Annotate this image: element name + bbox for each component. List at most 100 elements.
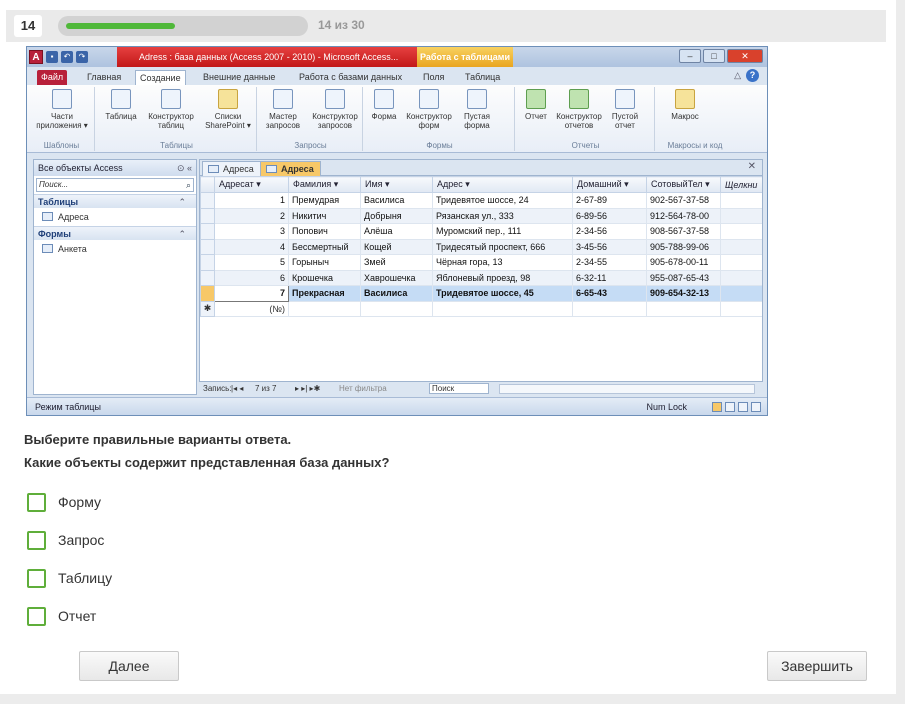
search-icon: ⌕ — [185, 180, 191, 190]
ribbon-group-reports: Отчет Конструктор отчетов Пустой отчет О… — [517, 87, 655, 151]
blank-form-button: Пустая форма — [457, 89, 497, 130]
minimize-icon: – — [679, 49, 701, 63]
next-record-icon: ▸ ▸| ▸✱ — [295, 384, 321, 393]
column-header: Имя ▾ — [360, 176, 433, 193]
nav-pane-controls-icon: ⊙ « — [176, 163, 192, 173]
close-icon: ✕ — [747, 161, 756, 172]
row-selector — [200, 192, 215, 209]
column-header-add: Щелкни — [720, 176, 762, 193]
query-designer-button: Конструктор запросов — [307, 89, 363, 130]
redo-icon: ↷ — [76, 51, 88, 63]
collapse-icon: ⌃ — [178, 197, 186, 207]
report-designer-icon — [569, 89, 589, 109]
query-wizard-icon — [273, 89, 293, 109]
record-navigator: Запись: |◂ ◂ 7 из 7 ▸ ▸| ▸✱ Нет фильтра … — [199, 381, 763, 395]
datasheet-view-icon — [712, 402, 722, 412]
report-button: Отчет — [521, 89, 551, 121]
table-row: 1 Премудрая Василиса Тридевятое шоссе, 24 2-… — [200, 192, 762, 209]
row-selector — [200, 254, 215, 271]
answer-option-form[interactable]: Форму — [27, 492, 101, 512]
nav-item-table-adresa: Адреса — [34, 208, 196, 226]
table-row: 4 Бессмертный Кощей Тридесятый проспект, 66… — [200, 238, 762, 255]
column-header: СотовыйТел ▾ — [646, 176, 721, 193]
doc-tab-adresa-table: Адреса — [260, 161, 321, 176]
undo-icon: ↶ — [61, 51, 73, 63]
table-row: 5 Горыныч Змей Чёрная гора, 13 2-34-55 905-67… — [200, 254, 762, 271]
answer-option-query[interactable]: Запрос — [27, 530, 104, 550]
document-tabs: Адреса Адреса ✕ — [200, 160, 762, 176]
question-text: Какие объекты содержит представленная ба… — [24, 455, 390, 470]
question-instruction: Выберите правильные варианты ответа. — [24, 432, 292, 447]
tab-database-tools: Работа с базами данных — [299, 72, 403, 82]
table-row: 2 Никитич Добрыня Рязанская ул., 333 6-89-56… — [200, 207, 762, 224]
row-selector — [200, 207, 215, 224]
next-button[interactable]: Далее — [79, 651, 179, 681]
progress-text: 14 из 30 — [318, 18, 365, 32]
horizontal-scrollbar — [499, 384, 755, 394]
quick-access-toolbar: A ▪ ↶ ↷ — [29, 49, 88, 65]
quiz-card: 14 14 из 30 A ▪ ↶ ↷ Adress : база данных… — [0, 0, 896, 694]
query-wizard-button: Мастер запросов — [261, 89, 305, 130]
ribbon-group-tables: Таблица Конструктор таблиц Списки ShareP… — [97, 87, 257, 151]
nav-pane-header: Все объекты Access ⊙ « — [34, 160, 196, 176]
answer-option-report[interactable]: Отчет — [27, 606, 96, 626]
report-designer-button: Конструктор отчетов — [553, 89, 605, 130]
blank-form-icon — [467, 89, 487, 109]
tab-create: Создание — [135, 70, 186, 85]
column-header: Фамилия ▾ — [288, 176, 361, 193]
pivot-chart-icon — [738, 402, 748, 412]
table-designer-button: Конструктор таблиц — [143, 89, 199, 130]
contextual-tools-tab: Работа с таблицами — [417, 47, 513, 67]
tab-table: Таблица — [465, 72, 501, 82]
checkbox[interactable] — [27, 492, 46, 512]
doc-tab-adresa-form: Адреса — [202, 161, 261, 176]
status-bar: Режим таблицы Num Lock — [27, 397, 767, 415]
new-record-icon: ✱ — [200, 300, 215, 317]
checkbox[interactable] — [27, 606, 46, 626]
answer-option-table[interactable]: Таблицу — [27, 568, 112, 588]
design-view-icon — [751, 402, 761, 412]
access-titlebar: A ▪ ↶ ↷ Adress : база данных (Access 200… — [27, 47, 767, 67]
finish-button[interactable]: Завершить — [767, 651, 867, 681]
filter-status: Нет фильтра — [339, 384, 387, 393]
help-icon: ? — [746, 69, 759, 82]
column-header: Адресат ▾ — [214, 176, 289, 193]
checkbox[interactable] — [27, 530, 46, 550]
progress-track — [58, 16, 308, 36]
access-logo-icon: A — [29, 50, 43, 64]
table-button: Таблица — [103, 89, 139, 121]
table-row-current: 7 Прекрасная Василиса Тридевятое шоссе, 45 6… — [200, 285, 762, 302]
datasheet-document: Адреса Адреса ✕ Адресат ▾ Фамилия ▾ Имя … — [199, 159, 763, 395]
table-icon — [266, 165, 277, 173]
form-designer-icon — [419, 89, 439, 109]
form-button: Форма — [367, 89, 401, 121]
ribbon-group-queries: Мастер запросов Конструктор запросов Зап… — [259, 87, 363, 151]
row-selector — [200, 223, 215, 240]
ribbon-minimize-icon: △ — [734, 70, 741, 80]
report-icon — [526, 89, 546, 109]
form-icon — [208, 165, 219, 173]
app-parts-icon — [52, 89, 72, 109]
nav-item-form-anketa: Анкета — [34, 240, 196, 258]
ribbon-group-templates: Части приложения ▾ Шаблоны — [29, 87, 95, 151]
ribbon-group-macros: Макрос Макросы и код — [657, 87, 733, 151]
checkbox[interactable] — [27, 568, 46, 588]
window-title: Adress : база данных (Access 2007 - 2010… — [117, 47, 417, 67]
first-record-icon: |◂ ◂ — [231, 384, 244, 393]
pivot-table-icon — [725, 402, 735, 412]
tab-fields: Поля — [423, 72, 445, 82]
blank-report-button: Пустой отчет — [607, 89, 643, 130]
row-selector — [200, 285, 215, 302]
table-designer-icon — [161, 89, 181, 109]
ribbon-tabs: Файл Главная Создание Внешние данные Раб… — [27, 67, 767, 85]
nav-group-forms: Формы ⌃ — [34, 226, 196, 240]
form-icon — [374, 89, 394, 109]
row-selector — [200, 269, 215, 286]
close-icon: ✕ — [727, 49, 763, 63]
datasheet-table: Адресат ▾ Фамилия ▾ Имя ▾ Адрес ▾ Домашн… — [200, 176, 762, 317]
collapse-icon: ⌃ — [178, 229, 186, 239]
select-all-cell — [200, 176, 215, 193]
ribbon-group-forms: Форма Конструктор форм Пустая форма Форм… — [365, 87, 515, 151]
table-icon — [42, 212, 53, 221]
view-switcher — [712, 402, 761, 412]
